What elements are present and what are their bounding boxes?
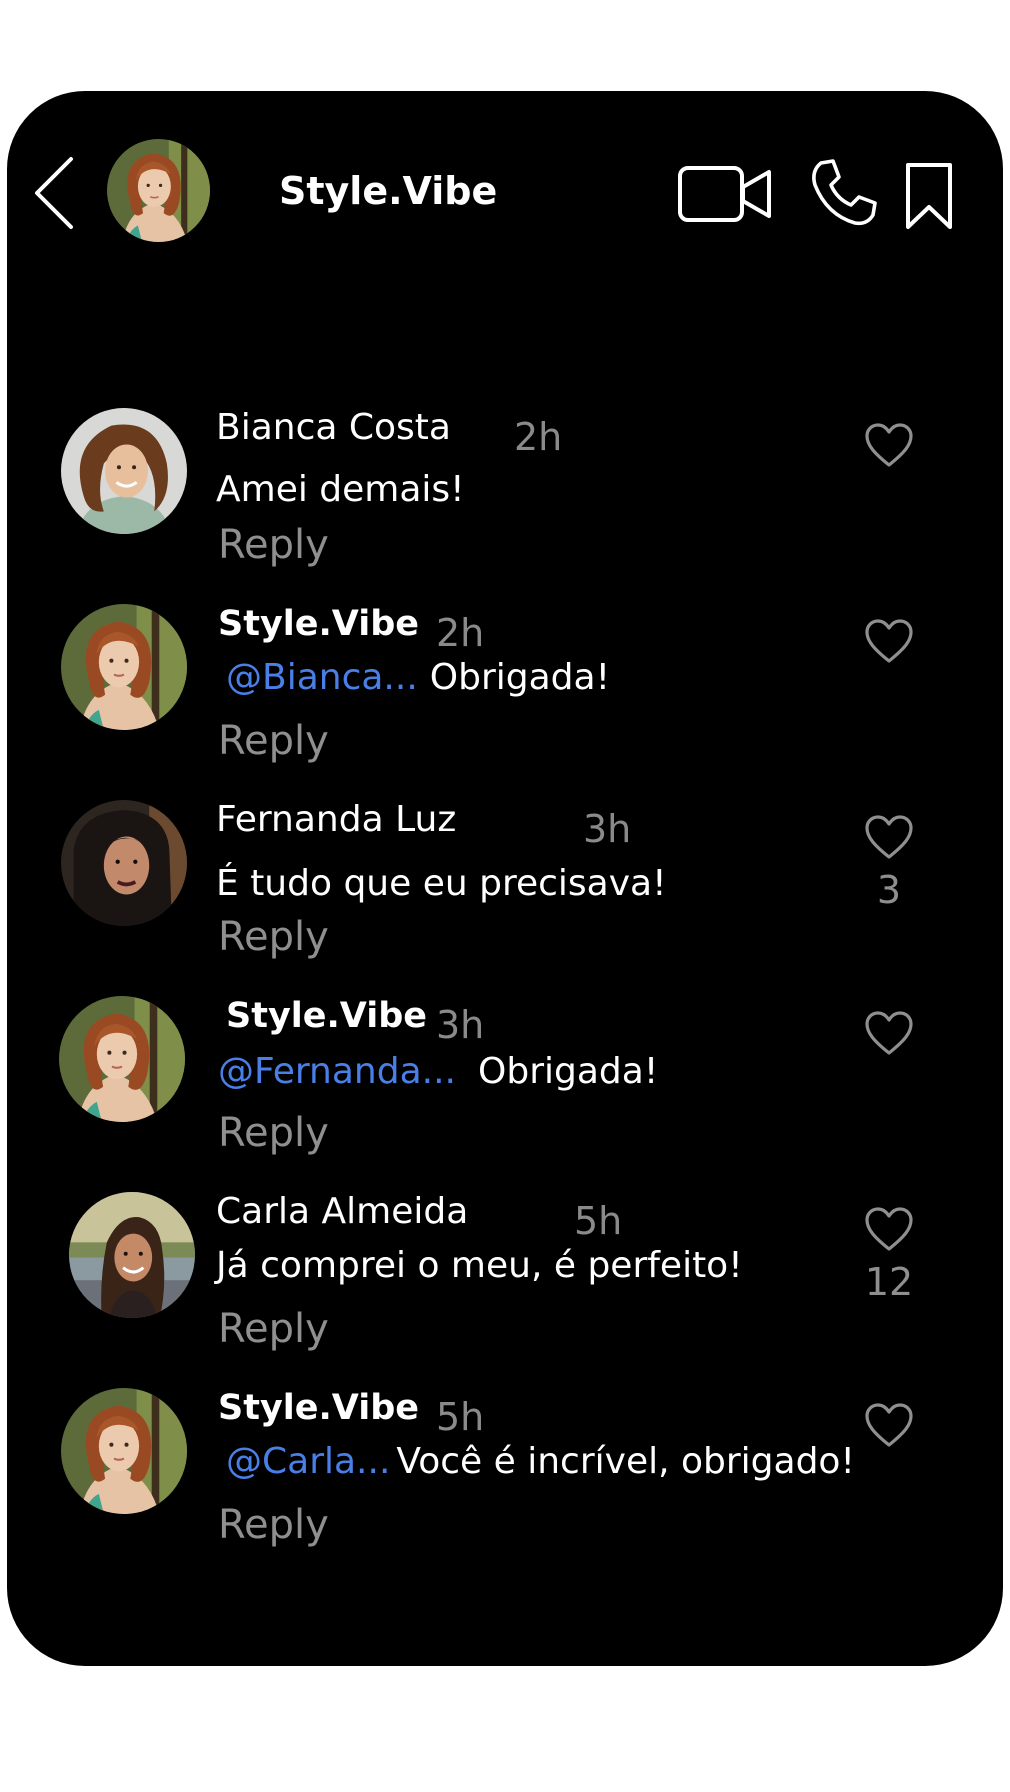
- comment-author[interactable]: Style.Vibe: [226, 994, 427, 1038]
- reply-button[interactable]: Reply: [218, 914, 329, 960]
- comment-body: Você é incrível, obrigado!: [396, 1441, 855, 1482]
- reply-button[interactable]: Reply: [218, 1110, 329, 1156]
- comment-body: Amei demais!: [216, 469, 465, 510]
- comment-author[interactable]: Bianca Costa: [216, 406, 451, 450]
- bookmark-icon[interactable]: [902, 161, 956, 231]
- avatar[interactable]: [61, 1388, 187, 1514]
- heart-icon[interactable]: [864, 618, 914, 664]
- avatar[interactable]: [69, 1192, 195, 1318]
- comment-time: 2h: [514, 415, 563, 459]
- like-count: 12: [864, 1260, 914, 1304]
- comment-text: @Fernanda... Obrigada!: [218, 1050, 658, 1094]
- comment-time: 3h: [583, 807, 632, 851]
- heart-icon[interactable]: [864, 1402, 914, 1448]
- avatar[interactable]: [61, 604, 187, 730]
- profile-avatar[interactable]: [107, 139, 210, 242]
- comment-item: Style.Vibe 3h @Fernanda... Obrigada! Repl…: [7, 984, 1003, 1174]
- page-title: Style.Vibe: [279, 169, 498, 213]
- comment-author[interactable]: Carla Almeida: [216, 1190, 468, 1234]
- heart-icon[interactable]: [864, 1206, 914, 1252]
- comment-body: É tudo que eu precisava!: [216, 863, 667, 904]
- comment-body: Obrigada!: [429, 657, 611, 698]
- comment-item: Style.Vibe 2h @Bianca... Obrigada! Reply: [7, 592, 1003, 782]
- comment-text: @Carla... Você é incrível, obrigado!: [226, 1440, 855, 1484]
- back-icon[interactable]: [29, 153, 79, 233]
- reply-button[interactable]: Reply: [218, 1502, 329, 1548]
- avatar[interactable]: [61, 408, 187, 534]
- comment-item: Fernanda Luz 3h É tudo que eu precisava!…: [7, 788, 1003, 978]
- mention-link[interactable]: @Fernanda...: [218, 1051, 456, 1092]
- comment-time: 2h: [436, 611, 485, 655]
- heart-icon[interactable]: [864, 1010, 914, 1056]
- comment-item: Bianca Costa 2h Amei demais! Reply: [7, 396, 1003, 586]
- comment-text: É tudo que eu precisava!: [216, 862, 667, 906]
- video-call-icon[interactable]: [677, 163, 773, 225]
- comment-time: 5h: [574, 1199, 623, 1243]
- comment-item: Style.Vibe 5h @Carla... Você é incrível, …: [7, 1376, 1003, 1566]
- comment-time: 3h: [436, 1003, 485, 1047]
- comment-text: Já comprei o meu, é perfeito!: [216, 1244, 743, 1288]
- phone-frame: Style.Vibe Bianca Costa 2h Amei demais! …: [7, 91, 1003, 1666]
- phone-icon[interactable]: [807, 157, 879, 229]
- heart-icon[interactable]: [864, 422, 914, 468]
- avatar[interactable]: [59, 996, 185, 1122]
- mention-link[interactable]: @Bianca...: [226, 657, 418, 698]
- comment-time: 5h: [436, 1395, 485, 1439]
- comment-text: Amei demais!: [216, 468, 465, 512]
- comment-text: @Bianca... Obrigada!: [226, 656, 610, 700]
- chat-header: Style.Vibe: [7, 91, 1003, 291]
- avatar[interactable]: [61, 800, 187, 926]
- comment-body: Já comprei o meu, é perfeito!: [216, 1245, 743, 1286]
- reply-button[interactable]: Reply: [218, 522, 329, 568]
- comment-author[interactable]: Style.Vibe: [218, 602, 419, 646]
- reply-button[interactable]: Reply: [218, 718, 329, 764]
- comment-item: Carla Almeida 5h Já comprei o meu, é per…: [7, 1180, 1003, 1370]
- like-count: 3: [876, 868, 902, 912]
- comment-author[interactable]: Style.Vibe: [218, 1386, 419, 1430]
- heart-icon[interactable]: [864, 814, 914, 860]
- comment-author[interactable]: Fernanda Luz: [216, 798, 456, 842]
- reply-button[interactable]: Reply: [218, 1306, 329, 1352]
- mention-link[interactable]: @Carla...: [226, 1441, 390, 1482]
- comment-body: Obrigada!: [478, 1051, 659, 1092]
